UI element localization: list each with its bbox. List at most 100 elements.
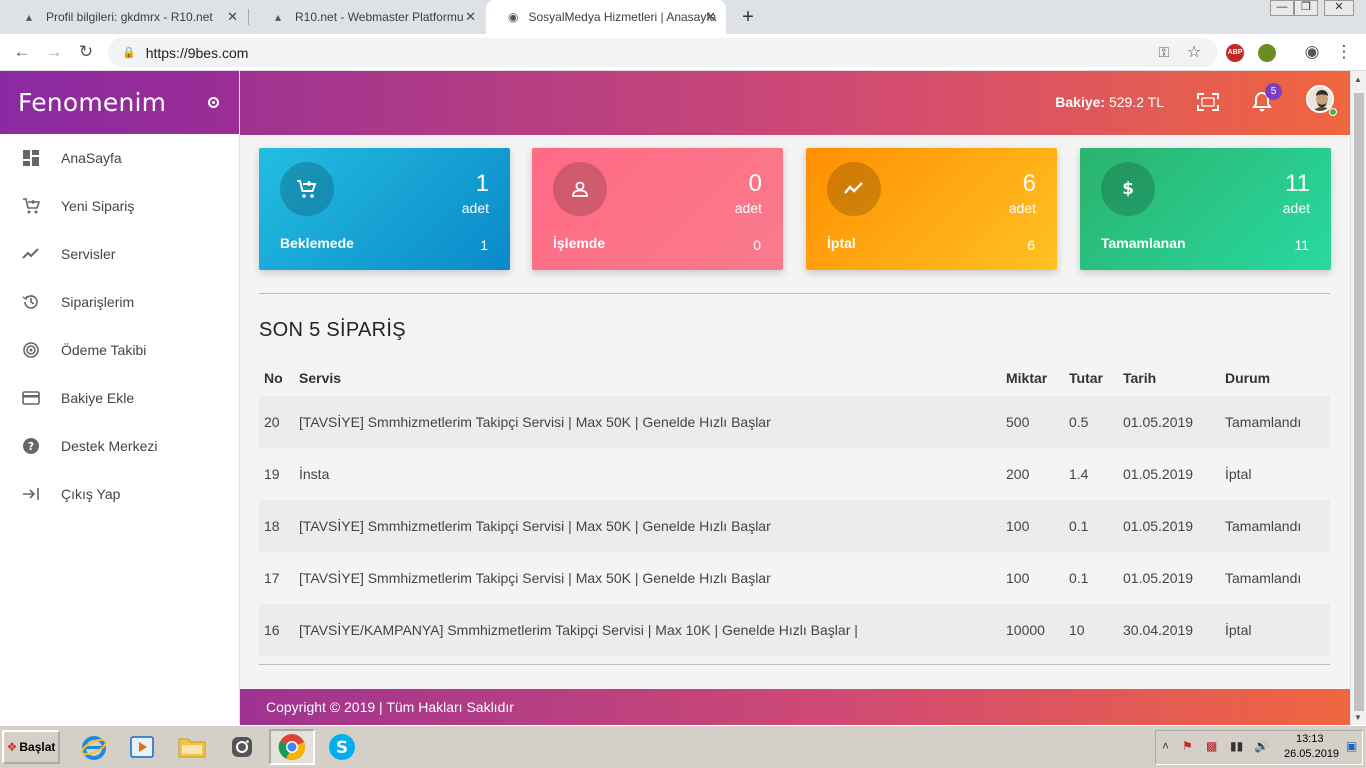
cell-service: [TAVSİYE] Smmhizmetlerim Takipçi Servisi… [294,396,1001,448]
cell-status: İptal [1225,466,1252,482]
browser-tab-active[interactable]: ◉ SosyalMedya Hizmetleri | Anasayfa ✕ [486,0,726,34]
key-icon[interactable]: ⚿ [1154,44,1174,61]
windows-logo-icon: ❖ [6,740,18,754]
balance-display: Bakiye: 529.2 TL [1055,94,1164,110]
sidebar-item-anasayfa[interactable]: AnaSayfa [0,138,240,178]
online-status-dot [1329,108,1337,116]
close-tab-icon[interactable]: ✕ [227,9,238,25]
extension-icon[interactable] [1258,44,1276,62]
card-label: Tamamlanan [1101,235,1186,251]
taskbar-ie[interactable] [72,729,116,765]
sidebar-item-servisler[interactable]: Servisler [0,234,240,274]
internet-explorer-icon [81,736,107,760]
sidebar-item-siparislerim[interactable]: Siparişlerim [0,282,240,322]
card-count: 1 [475,170,489,197]
taskbar-skype[interactable]: S [320,729,364,765]
reload-icon[interactable]: ↻ [76,42,96,62]
cell-amount: 1.4 [1069,466,1089,482]
taskbar-media-player[interactable] [120,729,164,765]
close-window-button[interactable]: ✕ [1324,0,1354,16]
scroll-up-arrow-icon[interactable]: ▲ [1354,75,1362,84]
dashboard-icon [22,149,40,167]
column-header-service: Servis [299,370,342,386]
column-header-no: No [264,370,283,386]
brand-logo[interactable]: Fenomenim [18,88,166,117]
stat-card-processing[interactable]: 0 adet İşlemde 0 [532,148,783,270]
folder-icon [178,738,206,758]
card-value: 11 [1294,237,1309,253]
clock-date[interactable]: 26.05.2019 [1284,748,1339,760]
page-scrollbar[interactable]: ▲ ▼ [1350,71,1366,725]
history-icon [22,293,40,311]
browser-tab-profile[interactable]: ▴ Profil bilgileri: gkdmrx - R10.net ✕ [0,0,248,34]
restore-button[interactable]: ❐ [1294,0,1318,16]
cell-no: 18 [259,500,294,552]
tray-antivirus-icon[interactable]: ▩ [1206,739,1217,753]
sidebar-item-label: Bakiye Ekle [61,390,135,406]
card-count: 0 [748,170,762,197]
card-value: 1 [480,237,488,253]
globe-favicon-icon: ◉ [508,10,519,24]
cell-no: 17 [264,570,280,586]
tab-title: Profil bilgileri: gkdmrx - R10.net [46,10,213,24]
cell-status: İptal [1220,604,1330,656]
new-tab-button[interactable]: + [738,6,758,29]
tray-security-icon[interactable]: ⚑ [1182,739,1193,753]
bookmark-star-icon[interactable]: ☆ [1184,42,1204,62]
tray-network-icon[interactable]: ▮▮ [1230,739,1243,753]
taskbar-file-explorer[interactable] [170,729,214,765]
cell-date: 01.05.2019 [1118,396,1220,448]
cell-service: [TAVSİYE] Smmhizmetlerim Takipçi Servisi… [299,570,771,586]
stat-card-pending[interactable]: 1 adet Beklemede 1 [259,148,510,270]
scroll-down-arrow-icon[interactable]: ▼ [1354,713,1362,722]
card-unit: adet [1282,200,1310,216]
card-count: 11 [1285,170,1310,197]
browser-address-bar: ← → ↻ 🔒 https://9bes.com ⚿ ☆ ABP ◉ ⋮ [0,34,1366,71]
sidebar-toggle-icon[interactable] [208,97,219,108]
start-label: Başlat [19,740,56,754]
scroll-thumb[interactable] [1354,93,1364,711]
stat-card-cancelled[interactable]: 6 adet İptal 6 [806,148,1057,270]
card-label: İptal [827,235,856,251]
cell-date: 01.05.2019 [1123,570,1194,586]
tray-expand-icon[interactable]: ˄ [1162,739,1169,753]
close-tab-icon[interactable]: ✕ [705,9,716,25]
show-desktop-icon[interactable]: ▣ [1346,739,1357,753]
tray-volume-icon[interactable]: 🔊 [1254,739,1269,753]
menu-dots-icon[interactable]: ⋮ [1334,42,1354,62]
cell-amount: 0.5 [1064,396,1118,448]
minimize-button[interactable]: — [1270,0,1294,16]
start-button[interactable]: ❖ Başlat [2,730,60,764]
copyright-text: Copyright © 2019 | Tüm Hakları Saklıdır [266,699,514,715]
sidebar-item-cikis-yap[interactable]: Çıkış Yap [0,474,240,514]
browser-tab-r10[interactable]: ▴ R10.net - Webmaster Platformu ✕ [249,0,486,34]
clock-time[interactable]: 13:13 [1296,733,1324,745]
logout-icon [22,485,40,503]
cell-amount: 0.1 [1064,500,1118,552]
sidebar-item-odeme-takibi[interactable]: Ödeme Takibi [0,330,240,370]
table-row: 16 [TAVSİYE/KAMPANYA] Smmhizmetlerim Tak… [259,604,1330,656]
close-tab-icon[interactable]: ✕ [465,9,476,25]
lock-icon: 🔒 [122,47,136,59]
tab-title: SosyalMedya Hizmetleri | Anasayfa [528,10,717,24]
help-icon: ? [22,437,40,455]
taskbar-instagram[interactable] [220,729,264,765]
sidebar-item-bakiye-ekle[interactable]: Bakiye Ekle [0,378,240,418]
card-label: Beklemede [280,235,354,251]
taskbar-chrome[interactable] [269,729,315,765]
cell-status: Tamamlandı [1225,570,1302,586]
svg-text:?: ? [28,440,34,453]
fullscreen-icon[interactable] [1197,93,1219,111]
forward-arrow-icon[interactable]: → [44,42,64,62]
sidebar-item-label: AnaSayfa [61,150,122,166]
adblock-icon[interactable]: ABP [1226,44,1244,62]
account-icon[interactable]: ◉ [1302,42,1322,62]
sidebar-item-yeni-siparis[interactable]: Yeni Sipariş [0,186,240,226]
cell-no: 20 [259,396,294,448]
cell-status: Tamamlandı [1220,500,1330,552]
sidebar-item-destek-merkezi[interactable]: ? Destek Merkezi [0,426,240,466]
url-input[interactable]: 🔒 https://9bes.com [108,38,1218,67]
back-arrow-icon[interactable]: ← [12,42,32,62]
column-header-date: Tarih [1123,370,1157,386]
stat-card-completed[interactable]: $ 11 adet Tamamlanan 11 [1080,148,1331,270]
